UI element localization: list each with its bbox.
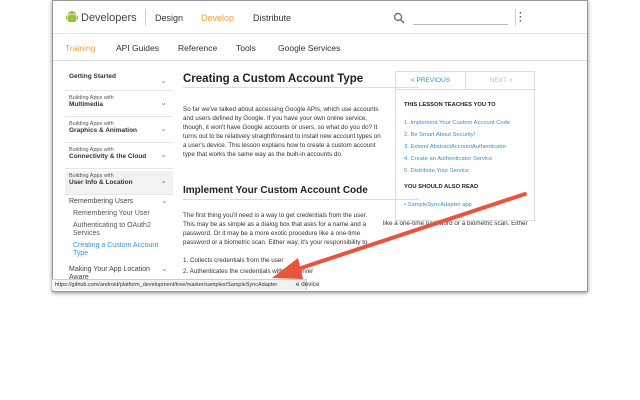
lesson-link[interactable]: 2. Be Smart About Security!	[404, 132, 475, 138]
body-line-overflow: like a one-time password or a biometric …	[383, 220, 528, 227]
brand-name[interactable]: Developers	[81, 12, 137, 24]
sidebar-item-label: Getting Started	[69, 73, 116, 80]
main-content: Creating a Custom Account Type So far we…	[183, 71, 528, 291]
next-button[interactable]: NEXT >	[466, 72, 536, 90]
overflow-menu-icon[interactable]: · · ·	[519, 9, 523, 27]
list-item: 2. Authenticates the credentials with th…	[183, 268, 314, 275]
lesson-panel: < PREVIOUS NEXT > THIS LESSON TEACHES YO…	[395, 71, 536, 221]
lesson-link[interactable]: 5. Distribute Your Service	[404, 168, 469, 174]
chevron-down-icon: ⌄	[161, 264, 168, 273]
nav-distribute[interactable]: Distribute	[253, 13, 291, 23]
body-paragraph: The first thing you'll need is a way to …	[183, 212, 368, 246]
search-icon[interactable]	[393, 12, 405, 24]
sidebar-item-multimedia[interactable]: Building Apps with Multimedia ⌄	[65, 93, 173, 117]
search-input[interactable]	[413, 11, 508, 25]
status-bar-url: https://github.com/android/platform_deve…	[52, 279, 307, 290]
section-heading: Implement Your Custom Account Code	[183, 185, 419, 200]
sidebar-subitem[interactable]: Authenticating to OAuth2 Services	[73, 222, 168, 238]
tab-tools[interactable]: Tools	[236, 43, 256, 53]
android-logo-icon[interactable]	[65, 10, 79, 24]
sidebar-item-user-info[interactable]: Building Apps with User Info & Location …	[65, 171, 173, 195]
lesson-link[interactable]: 4. Create an Authenticator Service	[404, 156, 492, 162]
sidebar-subitem-active[interactable]: Creating a Custom Account Type	[73, 242, 168, 258]
sidebar-item-connectivity[interactable]: Building Apps with Connectivity & the Cl…	[65, 145, 173, 169]
tab-google-services[interactable]: Google Services	[278, 43, 340, 53]
list-item: 1. Collects credentials from the user	[183, 257, 284, 264]
divider	[145, 9, 146, 26]
also-read-heading: YOU SHOULD ALSO READ	[404, 184, 479, 190]
nav-develop[interactable]: Develop	[201, 13, 234, 23]
chevron-down-icon: ⌄	[160, 176, 167, 185]
nav-design[interactable]: Design	[155, 13, 183, 23]
divider	[515, 9, 516, 26]
page-title: Creating a Custom Account Type	[183, 73, 419, 88]
intro-paragraph: So far we've talked about accessing Goog…	[183, 106, 381, 158]
lesson-heading: THIS LESSON TEACHES YOU TO	[404, 102, 496, 108]
previous-button[interactable]: < PREVIOUS	[396, 72, 466, 90]
chevron-down-icon: ⌄	[160, 76, 167, 85]
sidebar-item-graphics[interactable]: Building Apps with Graphics & Animation …	[65, 119, 173, 143]
lesson-link[interactable]: 3. Extend AbstractAccountAuthenticator	[404, 144, 506, 150]
sidebar-item-getting-started[interactable]: Getting Started ⌄	[65, 71, 173, 91]
tab-training[interactable]: Training	[65, 43, 95, 53]
lesson-link[interactable]: 1. Implement Your Custom Account Code	[404, 120, 510, 126]
tab-api-guides[interactable]: API Guides	[116, 43, 159, 53]
sidebar-item-label: Multimedia	[69, 101, 103, 108]
chevron-down-icon: ⌄	[160, 124, 167, 133]
top-bar: Developers Design Develop Distribute · · ·	[53, 1, 587, 34]
sidebar-subitem[interactable]: Remembering Your User	[73, 210, 150, 217]
sidebar: Getting Started ⌄ Building Apps with Mul…	[65, 71, 173, 291]
chevron-down-icon: ⌄	[160, 98, 167, 107]
sub-navigation: Training API Guides Reference Tools Goog…	[53, 34, 587, 61]
sidebar-item-label: Connectivity & the Cloud	[69, 153, 147, 160]
tab-reference[interactable]: Reference	[178, 43, 217, 53]
also-read-link[interactable]: • SampleSyncAdapter app	[404, 202, 472, 208]
sidebar-subsection-header[interactable]: Remembering Users	[69, 198, 133, 205]
list-item-tail: e device	[296, 281, 320, 288]
chevron-down-icon: ⌄	[160, 150, 167, 159]
browser-page: Developers Design Develop Distribute · · ·…	[52, 0, 588, 292]
pager: < PREVIOUS NEXT >	[396, 72, 536, 90]
sidebar-item-label: User Info & Location	[69, 179, 133, 186]
screenshot-frame: Developers Design Develop Distribute · · ·…	[0, 0, 640, 400]
chevron-down-icon: ⌄	[161, 196, 168, 205]
sidebar-item-label: Graphics & Animation	[69, 127, 138, 134]
